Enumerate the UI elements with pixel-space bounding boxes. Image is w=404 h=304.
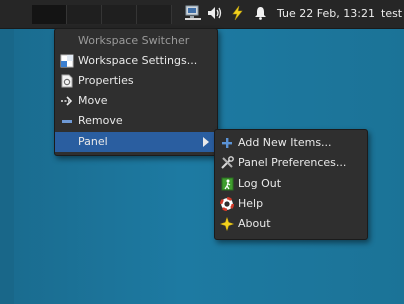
submenu-item-panel-preferences[interactable]: Panel Preferences... [215, 153, 367, 173]
top-panel[interactable]: Tue 22 Feb, 13:21 test [0, 0, 404, 29]
add-icon [220, 136, 234, 150]
workspace-3[interactable] [102, 5, 137, 24]
menu-item-move[interactable]: Move [55, 91, 217, 111]
move-icon [60, 94, 74, 108]
workspace-switcher-context-menu: Workspace Switcher Workspace Settings...… [54, 28, 218, 156]
remove-icon [60, 114, 74, 128]
workspace-2[interactable] [67, 5, 102, 24]
network-icon[interactable] [183, 4, 203, 22]
desktop-left-edge [0, 0, 14, 304]
submenu-item-help[interactable]: Help [215, 194, 367, 214]
menu-item-label: Panel [78, 135, 108, 148]
properties-icon [60, 74, 74, 88]
help-icon [220, 197, 234, 211]
submenu-item-label: Help [238, 197, 264, 210]
menu-item-label: Move [78, 94, 108, 107]
submenu-arrow-icon [203, 137, 209, 147]
menu-item-label: Properties [78, 74, 134, 87]
clock[interactable]: Tue 22 Feb, 13:21 [277, 7, 375, 20]
volume-icon[interactable] [206, 4, 224, 22]
menu-item-workspace-settings[interactable]: Workspace Settings... [55, 51, 217, 71]
workspace-settings-icon [60, 54, 74, 68]
submenu-item-label: Log Out [238, 177, 282, 190]
menu-item-label: Remove [78, 114, 123, 127]
about-icon [220, 217, 234, 231]
log-out-icon [220, 177, 234, 191]
panel-submenu: Add New Items... Panel Preferences... Lo… [214, 129, 368, 240]
user-name[interactable]: test [381, 7, 402, 20]
menu-item-label: Workspace Settings... [78, 54, 198, 67]
notifications-bell-icon[interactable] [252, 4, 268, 22]
submenu-item-add-new-items[interactable]: Add New Items... [215, 133, 367, 153]
power-manager-icon[interactable] [229, 4, 247, 22]
submenu-item-about[interactable]: About [215, 214, 367, 234]
menu-item-panel[interactable]: Panel [55, 132, 217, 152]
submenu-item-log-out[interactable]: Log Out [215, 174, 367, 194]
submenu-item-label: Panel Preferences... [238, 156, 347, 169]
menu-header-label: Workspace Switcher [78, 34, 190, 47]
workspace-4[interactable] [137, 5, 172, 24]
menu-item-properties[interactable]: Properties [55, 71, 217, 91]
menu-item-remove[interactable]: Remove [55, 111, 217, 131]
submenu-item-label: Add New Items... [238, 136, 332, 149]
menu-header: Workspace Switcher [55, 31, 217, 51]
submenu-item-label: About [238, 217, 271, 230]
workspace-1[interactable] [32, 5, 67, 24]
preferences-icon [220, 156, 234, 170]
